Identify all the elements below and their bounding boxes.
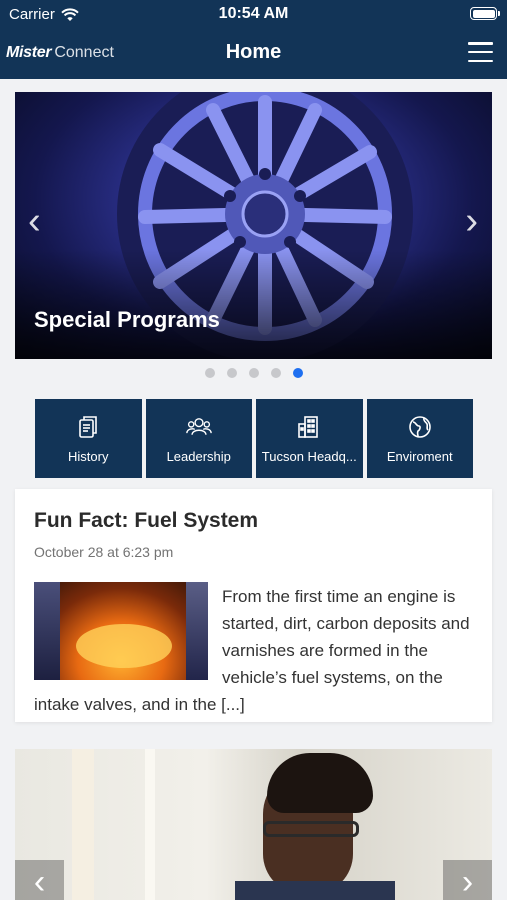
top-bar: Carrier 10:54 AM Mister Connect Home <box>0 0 507 79</box>
status-time: 10:54 AM <box>218 5 289 22</box>
tile-label: Tucson Headq... <box>261 449 357 464</box>
page-title: Home <box>225 41 282 63</box>
menu-icon[interactable] <box>468 42 493 62</box>
people-icon <box>185 418 212 435</box>
carousel-dot[interactable] <box>226 368 237 378</box>
tile-label: Enviroment <box>386 449 453 464</box>
post-card[interactable]: Fun Fact: Fuel System October 28 at 6:23… <box>15 489 492 722</box>
tile-tucson-headquarters[interactable]: Tucson Headq... <box>256 399 363 478</box>
globe-icon <box>408 416 431 438</box>
carousel-dot[interactable] <box>270 368 281 378</box>
carousel-dot-active[interactable] <box>292 368 303 378</box>
post-date: October 28 at 6:23 pm <box>34 544 174 560</box>
hero-carousel[interactable]: Special Programs ‹ › <box>15 92 492 359</box>
tile-leadership[interactable]: Leadership <box>145 399 252 478</box>
carousel-prev-icon[interactable]: ‹ <box>28 202 41 240</box>
prev-arrow-icon[interactable]: ‹ <box>15 860 64 900</box>
tile-label: History <box>68 449 109 464</box>
document-icon <box>79 416 98 438</box>
safety-glasses <box>263 821 359 837</box>
battery-icon <box>470 7 500 20</box>
tile-history[interactable]: History <box>35 399 142 478</box>
nav-bar: Mister Connect Home <box>0 30 507 79</box>
post-title[interactable]: Fun Fact: Fuel System <box>34 509 258 533</box>
status-bar: Carrier 10:54 AM <box>0 0 507 30</box>
carousel-caption: Special Programs <box>34 307 220 332</box>
quick-links: History Leadership Tucson Headq... Envir… <box>35 399 473 478</box>
building-icon <box>298 416 319 438</box>
carousel-indicator <box>0 368 507 378</box>
tile-label: Leadership <box>166 449 231 464</box>
carousel-next-icon[interactable]: › <box>465 202 478 240</box>
post-card-image[interactable]: ‹ › <box>15 749 492 900</box>
carousel-dot[interactable] <box>248 368 259 378</box>
next-arrow-icon[interactable]: › <box>443 860 492 900</box>
post-excerpt: From the first time an engine is started… <box>34 583 474 718</box>
carousel-dot[interactable] <box>204 368 215 378</box>
tile-environment[interactable]: Enviroment <box>366 399 473 478</box>
